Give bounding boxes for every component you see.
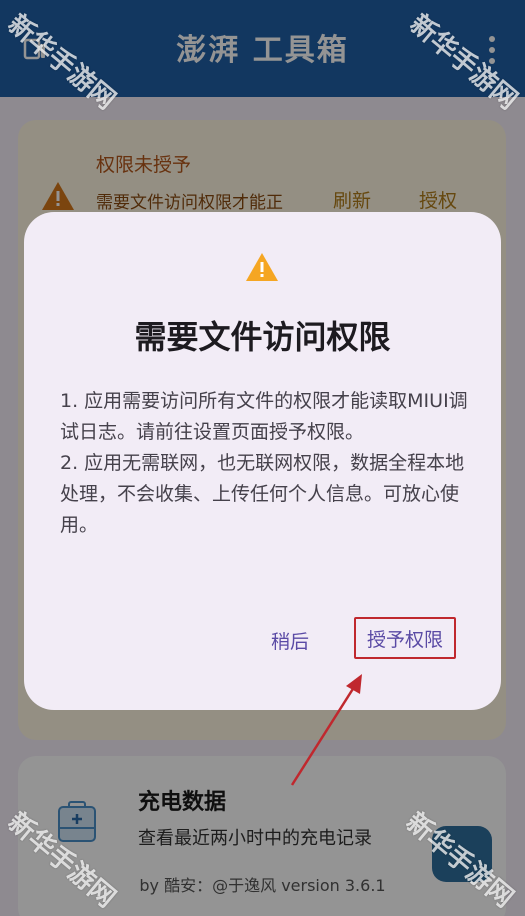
- warning-icon: [246, 253, 278, 281]
- dialog-message-line-1: 1. 应用需要访问所有文件的权限才能读取MIUI调试日志。请前往设置页面授予权限…: [60, 390, 468, 443]
- grant-permission-button[interactable]: 授予权限: [354, 617, 456, 659]
- dialog-message-line-2: 2. 应用无需联网，也无联网权限，数据全程本地处理，不会收集、上传任何个人信息。…: [60, 452, 465, 536]
- permission-dialog: 需要文件访问权限 1. 应用需要访问所有文件的权限才能读取MIUI调试日志。请前…: [24, 212, 501, 710]
- later-button[interactable]: 稍后: [260, 622, 320, 658]
- dialog-title: 需要文件访问权限: [134, 318, 391, 356]
- dialog-message: 1. 应用需要访问所有文件的权限才能读取MIUI调试日志。请前往设置页面授予权限…: [60, 386, 470, 541]
